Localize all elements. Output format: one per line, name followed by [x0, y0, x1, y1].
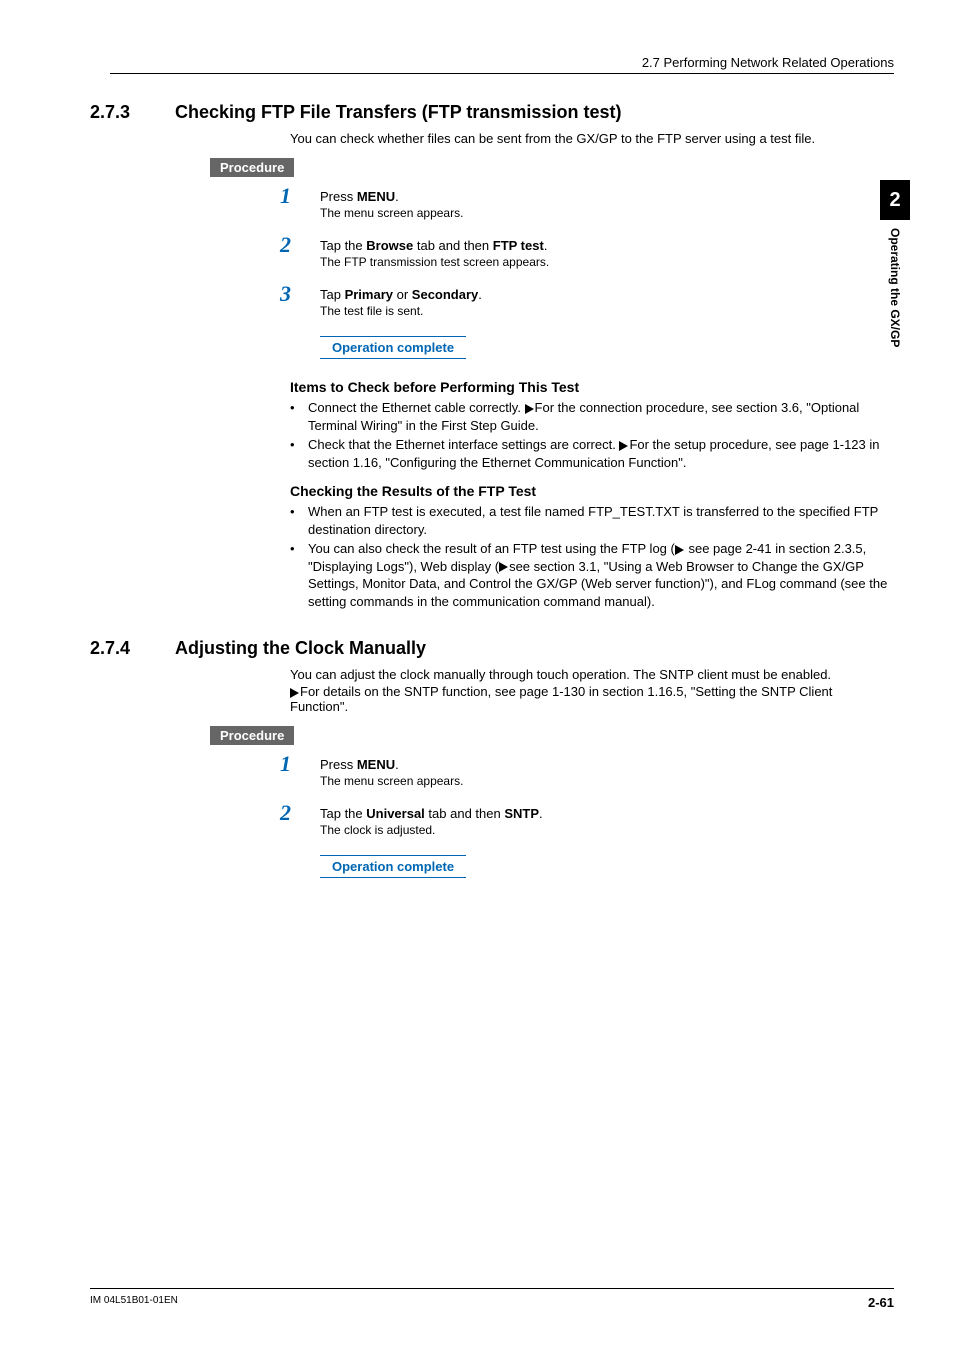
- step-number: 3: [280, 283, 320, 305]
- step-bold: Primary: [345, 287, 393, 302]
- subhead-check-before: Items to Check before Performing This Te…: [290, 379, 894, 395]
- step-text: tab and then: [425, 806, 505, 821]
- list-item: • When an FTP test is executed, a test f…: [290, 503, 894, 538]
- header-section-label: 2.7 Performing Network Related Operation…: [90, 55, 894, 70]
- bullet-text: Check that the Ethernet interface settin…: [308, 436, 894, 471]
- step-273-2: 2 Tap the Browse tab and then FTP test. …: [280, 234, 894, 269]
- step-bold: Browse: [366, 238, 413, 253]
- intro-273: You can check whether files can be sent …: [290, 131, 894, 146]
- bullets-check-results: • When an FTP test is executed, a test f…: [290, 503, 894, 610]
- step-bold: Secondary: [412, 287, 478, 302]
- step-body: Press MENU. The menu screen appears.: [320, 185, 463, 220]
- step-body: Tap Primary or Secondary. The test file …: [320, 283, 482, 318]
- step-sub: The test file is sent.: [320, 304, 482, 318]
- step-text: or: [393, 287, 412, 302]
- step-text: tab and then: [413, 238, 493, 253]
- step-body: Press MENU. The menu screen appears.: [320, 753, 463, 788]
- list-item: • Check that the Ethernet interface sett…: [290, 436, 894, 471]
- bullet-text: Connect the Ethernet cable correctly. Fo…: [308, 399, 894, 434]
- bullet-icon: •: [290, 436, 308, 471]
- subhead-check-results: Checking the Results of the FTP Test: [290, 483, 894, 499]
- step-sub: The clock is adjusted.: [320, 823, 543, 837]
- step-274-2: 2 Tap the Universal tab and then SNTP. T…: [280, 802, 894, 837]
- step-bold: SNTP: [504, 806, 539, 821]
- step-text: Press: [320, 189, 357, 204]
- side-tab: 2 Operating the GX/GP: [880, 180, 910, 347]
- procedure-label-273: Procedure: [210, 158, 294, 177]
- step-bold: MENU: [357, 189, 395, 204]
- step-body: Tap the Browse tab and then FTP test. Th…: [320, 234, 549, 269]
- side-tab-text: Operating the GX/GP: [888, 228, 902, 347]
- step-bold: FTP test: [493, 238, 544, 253]
- step-number: 1: [280, 753, 320, 775]
- intro-274a: You can adjust the clock manually throug…: [290, 667, 894, 682]
- footer-page-number: 2-61: [868, 1295, 894, 1310]
- step-text: Tap the: [320, 238, 366, 253]
- step-text: .: [395, 189, 399, 204]
- step-273-1: 1 Press MENU. The menu screen appears.: [280, 185, 894, 220]
- footer-doc-id: IM 04L51B01-01EN: [90, 1295, 178, 1310]
- step-number: 2: [280, 802, 320, 824]
- bullet-icon: •: [290, 503, 308, 538]
- step-sub: The menu screen appears.: [320, 206, 463, 220]
- step-text: .: [539, 806, 543, 821]
- bullet-text: You can also check the result of an FTP …: [308, 540, 894, 610]
- step-bold: Universal: [366, 806, 425, 821]
- triangle-icon: [290, 688, 299, 698]
- side-tab-number: 2: [880, 180, 910, 220]
- heading-273-num: 2.7.3: [90, 102, 175, 123]
- triangle-icon: [675, 545, 684, 555]
- operation-complete-273: Operation complete: [320, 336, 466, 359]
- step-273-3: 3 Tap Primary or Secondary. The test fil…: [280, 283, 894, 318]
- bullet-icon: •: [290, 540, 308, 610]
- bullet-icon: •: [290, 399, 308, 434]
- step-bold: MENU: [357, 757, 395, 772]
- step-text: Tap the: [320, 806, 366, 821]
- heading-274: 2.7.4 Adjusting the Clock Manually: [90, 638, 894, 659]
- heading-274-title: Adjusting the Clock Manually: [175, 638, 426, 659]
- triangle-icon: [525, 404, 534, 414]
- step-text: .: [395, 757, 399, 772]
- header-divider: [110, 73, 894, 74]
- list-item: • You can also check the result of an FT…: [290, 540, 894, 610]
- bullet-text: When an FTP test is executed, a test fil…: [308, 503, 894, 538]
- heading-273: 2.7.3 Checking FTP File Transfers (FTP t…: [90, 102, 894, 123]
- step-sub: The menu screen appears.: [320, 774, 463, 788]
- step-sub: The FTP transmission test screen appears…: [320, 255, 549, 269]
- heading-274-num: 2.7.4: [90, 638, 175, 659]
- page-footer: IM 04L51B01-01EN 2-61: [90, 1288, 894, 1310]
- step-text: Press: [320, 757, 357, 772]
- step-text: .: [544, 238, 548, 253]
- operation-complete-274: Operation complete: [320, 855, 466, 878]
- step-number: 1: [280, 185, 320, 207]
- triangle-icon: [619, 441, 628, 451]
- step-274-1: 1 Press MENU. The menu screen appears.: [280, 753, 894, 788]
- step-number: 2: [280, 234, 320, 256]
- step-body: Tap the Universal tab and then SNTP. The…: [320, 802, 543, 837]
- list-item: • Connect the Ethernet cable correctly. …: [290, 399, 894, 434]
- step-text: .: [478, 287, 482, 302]
- triangle-icon: [499, 562, 508, 572]
- step-text: Tap: [320, 287, 345, 302]
- intro-274b: For details on the SNTP function, see pa…: [290, 684, 894, 714]
- bullets-check-before: • Connect the Ethernet cable correctly. …: [290, 399, 894, 471]
- heading-273-title: Checking FTP File Transfers (FTP transmi…: [175, 102, 621, 123]
- procedure-label-274: Procedure: [210, 726, 294, 745]
